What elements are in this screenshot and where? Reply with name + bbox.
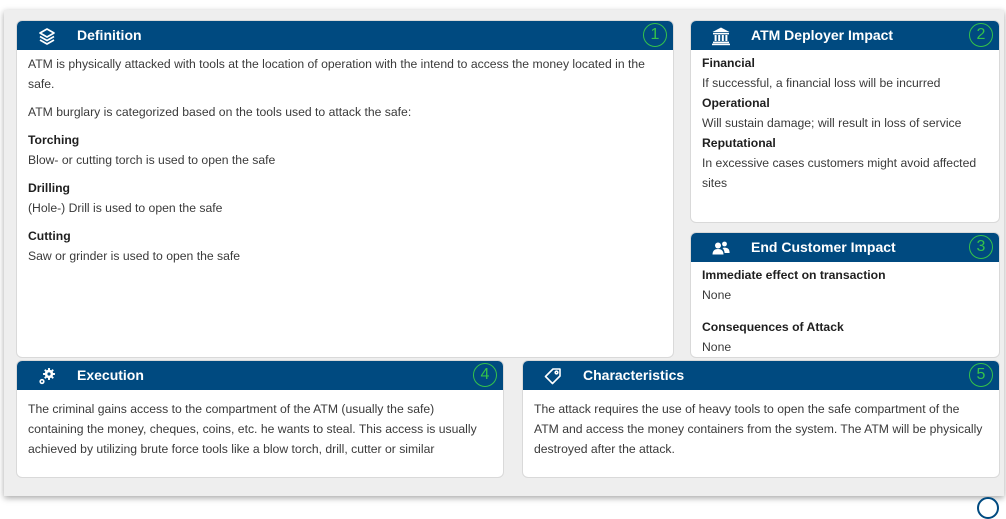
deployer-impact-body: Financial If successful, a financial los…: [702, 53, 989, 193]
deployer-impact-title: ATM Deployer Impact: [751, 27, 894, 43]
customer-item-text: None: [702, 340, 732, 354]
customer-impact-card: End Customer Impact 3 Immediate effect o…: [690, 232, 1000, 358]
slide-frame: Definition 1 ATM is physically attacked …: [4, 10, 1004, 496]
definition-body: ATM is physically attacked with tools at…: [28, 54, 663, 266]
definition-item-text: (Hole-) Drill is used to open the safe: [28, 201, 223, 215]
characteristics-text: The attack requires the use of heavy too…: [534, 402, 983, 456]
deployer-impact-header: ATM Deployer Impact 2: [691, 21, 999, 50]
definition-header: Definition 1: [17, 21, 673, 50]
definition-card: Definition 1 ATM is physically attacked …: [16, 20, 674, 358]
definition-item-text: Blow- or cutting torch is used to open t…: [28, 153, 276, 167]
definition-categorized: ATM burglary is categorized based on the…: [28, 105, 412, 119]
characteristics-title: Characteristics: [583, 367, 685, 383]
definition-item-label: Cutting: [28, 229, 71, 243]
characteristics-number-badge: 5: [969, 363, 993, 387]
execution-text: The criminal gains access to the compart…: [28, 402, 477, 456]
deployer-number-badge: 2: [969, 23, 993, 47]
characteristics-body: The attack requires the use of heavy too…: [534, 399, 985, 459]
definition-intro: ATM is physically attacked with tools at…: [28, 57, 645, 91]
customer-impact-header: End Customer Impact 3: [691, 233, 999, 262]
customer-impact-body: Immediate effect on transaction None Con…: [702, 265, 989, 357]
users-icon: [711, 238, 731, 258]
deployer-item-text: If successful, a financial loss will be …: [702, 76, 941, 90]
execution-header: Execution 4: [17, 361, 503, 390]
characteristics-card: Characteristics 5 The attack requires th…: [522, 360, 1000, 478]
execution-body: The criminal gains access to the compart…: [28, 399, 489, 459]
gears-icon: [37, 366, 57, 386]
deployer-item-label: Financial: [702, 56, 755, 70]
deployer-item-text: Will sustain damage; will result in loss…: [702, 116, 962, 130]
customer-number-badge: 3: [969, 235, 993, 259]
deployer-item-label: Reputational: [702, 136, 776, 150]
tag-icon: [543, 366, 563, 386]
characteristics-header: Characteristics 5: [523, 361, 999, 390]
execution-title: Execution: [77, 367, 144, 383]
execution-card: Execution 4 The criminal gains access to…: [16, 360, 504, 478]
deployer-item-label: Operational: [702, 96, 770, 110]
definition-item-label: Drilling: [28, 181, 70, 195]
customer-item-text: None: [702, 288, 732, 302]
layers-icon: [37, 26, 57, 46]
deployer-impact-card: ATM Deployer Impact 2 Financial If succe…: [690, 20, 1000, 223]
customer-impact-title: End Customer Impact: [751, 239, 896, 255]
definition-item-text: Saw or grinder is used to open the safe: [28, 249, 241, 263]
definition-number-badge: 1: [643, 23, 667, 47]
customer-item-label: Consequences of Attack: [702, 320, 844, 334]
deployer-item-text: In excessive cases customers might avoid…: [702, 156, 977, 190]
bank-icon: [711, 26, 731, 46]
partial-circle-marker: [977, 497, 999, 519]
customer-item-label: Immediate effect on transaction: [702, 268, 886, 282]
definition-item-label: Torching: [28, 133, 80, 147]
execution-number-badge: 4: [473, 363, 497, 387]
definition-title: Definition: [77, 27, 142, 43]
